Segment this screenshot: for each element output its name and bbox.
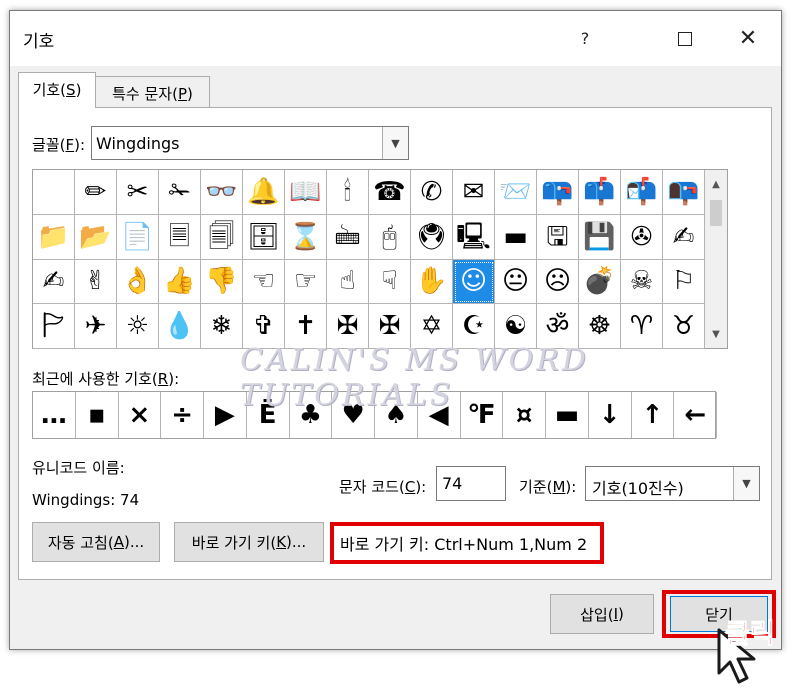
symbol-cell[interactable]: ☎ bbox=[369, 170, 411, 215]
help-button[interactable]: ? bbox=[555, 11, 615, 66]
symbol-cell[interactable]: ✉ bbox=[453, 170, 495, 215]
symbol-cell[interactable]: ☠ bbox=[621, 259, 663, 305]
symbol-cell[interactable]: 📬 bbox=[621, 170, 663, 215]
tab-symbols-key: S bbox=[66, 81, 76, 99]
symbol-cell[interactable]: ⚐ bbox=[663, 259, 705, 305]
symbol-cell[interactable]: ✌ bbox=[75, 259, 117, 305]
symbol-cell[interactable]: 💣 bbox=[579, 259, 621, 305]
font-label: 글꼴(F): bbox=[32, 136, 85, 154]
symbol-grid-scrollbar[interactable]: ▲ ▼ bbox=[705, 169, 728, 349]
symbol-cell[interactable]: 🖰 bbox=[369, 214, 411, 260]
recent-symbol-cell[interactable]: ÷ bbox=[161, 392, 204, 438]
symbol-cell[interactable]: ✇ bbox=[621, 214, 663, 260]
symbol-cell[interactable]: 📪 bbox=[537, 170, 579, 215]
symbol-cell[interactable]: ✍ bbox=[663, 214, 705, 260]
symbol-cell[interactable]: 📁 bbox=[33, 214, 75, 260]
unicode-name-label: 유니코드 이름: bbox=[32, 459, 125, 477]
symbol-cell[interactable]: 💧 bbox=[159, 304, 201, 349]
symbol-cell[interactable]: 🔔 bbox=[243, 170, 285, 215]
symbol-cell[interactable]: ▬ bbox=[495, 214, 537, 260]
symbol-cell[interactable]: ☼ bbox=[117, 304, 159, 349]
symbol-cell[interactable]: ☜ bbox=[243, 259, 285, 305]
symbol-cell[interactable]: ❄ bbox=[201, 304, 243, 349]
insert-button[interactable]: 삽입(I) bbox=[550, 594, 654, 634]
symbol-cell[interactable]: ☝ bbox=[327, 259, 369, 305]
symbol-cell[interactable]: ⌛ bbox=[285, 214, 327, 260]
scroll-down-icon[interactable]: ▼ bbox=[705, 324, 727, 344]
symbol-cell[interactable]: 📂 bbox=[75, 214, 117, 260]
char-code-label: 문자 코드(C): bbox=[339, 478, 427, 496]
symbol-cell[interactable]: 🗏 bbox=[159, 214, 201, 260]
symbol-cell[interactable]: 🏱 bbox=[33, 304, 75, 349]
maximize-button[interactable] bbox=[655, 11, 715, 66]
chevron-down-icon[interactable]: ▼ bbox=[382, 127, 408, 159]
symbol-cell[interactable]: 🗐 bbox=[201, 214, 243, 260]
char-code-input[interactable]: 74 bbox=[436, 466, 506, 501]
click-annotation: 클릭 bbox=[725, 619, 776, 651]
symbol-cell[interactable]: 👍 bbox=[159, 259, 201, 305]
symbol-cell[interactable]: 🖫 bbox=[537, 214, 579, 260]
symbol-cell[interactable]: 📫 bbox=[579, 170, 621, 215]
shortcut-key-button[interactable]: 바로 가기 키(K)... bbox=[174, 522, 324, 562]
recent-symbol-cell[interactable]: × bbox=[119, 392, 162, 438]
symbol-cell[interactable]: 💾 bbox=[579, 214, 621, 260]
symbol-cell[interactable]: ✍ bbox=[33, 259, 75, 305]
base-select-value: 기호(10진수) bbox=[592, 479, 684, 498]
symbol-cell[interactable]: 📨 bbox=[495, 170, 537, 215]
font-select-value: Wingdings bbox=[96, 134, 180, 153]
tab-special-label-end: ) bbox=[187, 85, 193, 103]
tab-symbols[interactable]: 기호(S) bbox=[18, 72, 96, 108]
symbol-cell[interactable]: ✆ bbox=[411, 170, 453, 215]
recent-symbols-label: 최근에 사용한 기호(R): bbox=[32, 370, 180, 388]
autocorrect-button[interactable]: 자동 고침(A)... bbox=[32, 522, 160, 562]
symbol-cell[interactable]: 📄 bbox=[117, 214, 159, 260]
symbol-cell[interactable]: ✋ bbox=[411, 259, 453, 305]
symbol-cell[interactable]: 🕯 bbox=[327, 170, 369, 215]
shortcut-key-text: 바로 가기 키: Ctrl+Num 1,Num 2 bbox=[330, 522, 604, 564]
symbol-cell[interactable]: ✏ bbox=[75, 170, 117, 215]
tab-special-characters[interactable]: 특수 문자(P) bbox=[95, 76, 210, 108]
maximize-icon bbox=[678, 31, 692, 46]
symbol-cell[interactable]: 🖮 bbox=[327, 214, 369, 260]
title-bar: 기호 ? ✕ bbox=[10, 11, 781, 66]
symbol-cell[interactable]: 🖲 bbox=[411, 214, 453, 260]
symbol-cell[interactable]: 👎 bbox=[201, 259, 243, 305]
scroll-thumb[interactable] bbox=[710, 200, 722, 226]
symbol-cell[interactable] bbox=[33, 170, 75, 215]
symbol-cell[interactable]: 👌 bbox=[117, 259, 159, 305]
watermark-text: CALIN'S MS WORD TUTORIALS bbox=[240, 343, 589, 413]
symbol-cell[interactable]: 😐 bbox=[495, 259, 537, 305]
symbol-cell[interactable]: ✈ bbox=[75, 304, 117, 349]
tab-symbols-label: 기호( bbox=[32, 81, 67, 99]
symbol-cell[interactable]: 📖 bbox=[285, 170, 327, 215]
close-window-button[interactable]: ✕ bbox=[718, 11, 778, 66]
symbol-grid[interactable]: ✏ ✂ ✁ 👓 🔔 📖 🕯 ☎ ✆ ✉ 📨 📪 📫 📬 📭 📁 📂 📄 🗏 🗐 🗄 ⌛ 🖮 🖰 🖲 🖳 ▬ 🖫 💾 ✇ ✍ ✍ ✌ 👌 👍 👎 ☜ ☞ ☝ ☟… bbox=[32, 169, 705, 349]
unicode-name-value: Wingdings: 74 bbox=[32, 491, 140, 509]
tab-special-key: P bbox=[177, 85, 187, 103]
base-label: 기준(M): bbox=[519, 478, 577, 496]
symbol-cell[interactable]: 🗄 bbox=[243, 214, 285, 260]
tab-special-label: 특수 문자( bbox=[112, 85, 178, 103]
recent-symbol-cell[interactable]: ▪ bbox=[76, 392, 119, 438]
symbol-cell[interactable]: ☺ bbox=[453, 259, 495, 305]
tab-symbols-label-end: ) bbox=[75, 81, 82, 99]
recent-symbol-cell[interactable]: … bbox=[33, 392, 76, 438]
font-select[interactable]: Wingdings ▼ bbox=[91, 126, 409, 160]
symbol-cell[interactable]: 👓 bbox=[201, 170, 243, 215]
scroll-up-icon[interactable]: ▲ bbox=[705, 174, 727, 194]
chevron-down-icon[interactable]: ▼ bbox=[733, 467, 759, 500]
base-select[interactable]: 기호(10진수) ▼ bbox=[585, 466, 760, 501]
symbol-cell[interactable]: 📭 bbox=[663, 170, 705, 215]
symbol-cell[interactable]: ☟ bbox=[369, 259, 411, 305]
symbol-cell[interactable]: ☞ bbox=[285, 259, 327, 305]
symbol-cell[interactable]: ✁ bbox=[159, 170, 201, 215]
symbol-cell[interactable]: ☹ bbox=[537, 259, 579, 305]
symbol-cell[interactable]: 🖳 bbox=[453, 214, 495, 260]
symbol-cell[interactable]: ✂ bbox=[117, 170, 159, 215]
window-title: 기호 bbox=[23, 32, 55, 52]
